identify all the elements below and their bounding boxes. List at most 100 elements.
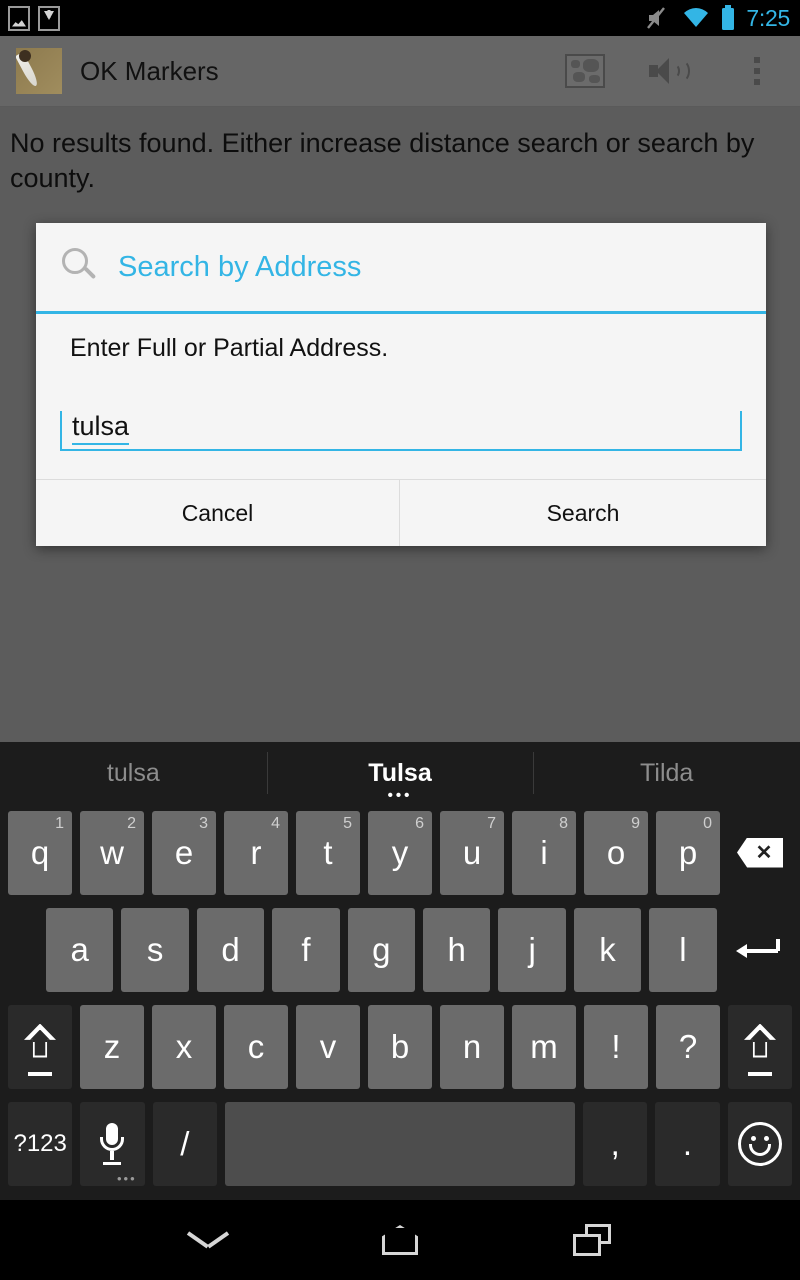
shift-icon [20, 1023, 60, 1076]
microphone-key[interactable]: ••• [80, 1101, 145, 1186]
key-label: h [447, 930, 466, 968]
key-label: x [175, 1027, 193, 1065]
key-o[interactable]: 9 o [584, 810, 648, 895]
suggestion-expand-dots[interactable]: ••• [388, 788, 413, 803]
sound-button[interactable] [628, 36, 714, 107]
suggestion-bar: tulsa Tulsa ••• Tilda [0, 742, 800, 804]
cancel-button[interactable]: Cancel [36, 480, 400, 546]
key-label: c [247, 1027, 265, 1065]
key-label: o [606, 833, 626, 871]
key-r[interactable]: 4 r [224, 810, 288, 895]
key-u[interactable]: 7 u [440, 810, 504, 895]
key-i[interactable]: 8 i [512, 810, 576, 895]
key-label: v [319, 1027, 337, 1065]
key-t[interactable]: 5 t [296, 810, 360, 895]
space-key[interactable] [224, 1101, 575, 1186]
key-label: n [462, 1027, 482, 1065]
emoji-key[interactable] [727, 1101, 792, 1186]
key-hint: 5 [343, 814, 352, 832]
key-label: p [678, 833, 698, 871]
key-hint: 7 [487, 814, 496, 832]
action-bar-actions [542, 36, 800, 107]
key-b[interactable]: b [368, 1004, 432, 1089]
key-y[interactable]: 6 y [368, 810, 432, 895]
key-label: u [462, 833, 482, 871]
navigation-bar [0, 1200, 800, 1280]
comma-key[interactable]: , [582, 1101, 648, 1186]
home-button[interactable] [360, 1210, 440, 1270]
battery-full-icon [722, 5, 735, 30]
address-input[interactable]: tulsa [60, 411, 742, 451]
volume-muted-icon [647, 7, 666, 29]
key-hint: 0 [703, 814, 712, 832]
key-label: a [70, 930, 89, 968]
key-l[interactable]: l [649, 907, 717, 992]
back-button[interactable] [168, 1210, 248, 1270]
enter-icon [736, 937, 781, 963]
key-label: f [301, 930, 311, 968]
key-w[interactable]: 2 w [80, 810, 144, 895]
enter-key[interactable] [725, 908, 792, 992]
slash-key[interactable]: / [152, 1101, 217, 1186]
key-hint: 1 [55, 814, 64, 832]
key-e[interactable]: 3 e [152, 810, 216, 895]
backspace-key[interactable]: ✕ [728, 811, 792, 895]
key-hint: 3 [199, 814, 208, 832]
key-label: m [530, 1027, 558, 1065]
keyboard-row-3: z x c v b n m ! ? [0, 998, 800, 1095]
keyboard-row-2: a s d f g h j k l [0, 901, 800, 998]
key-label: b [390, 1027, 410, 1065]
symbols-key[interactable]: ?123 [8, 1101, 73, 1186]
suggestion-label: Tulsa [368, 758, 432, 787]
key-s[interactable]: s [121, 907, 189, 992]
status-bar-notifications [0, 5, 60, 31]
map-view-button[interactable] [542, 36, 628, 107]
search-icon [60, 246, 102, 288]
android-screen: 7:25 OK Markers No results found. Either… [0, 0, 800, 1280]
shift-key-left[interactable] [8, 1004, 72, 1089]
key-v[interactable]: v [296, 1004, 360, 1089]
key-q[interactable]: 1 q [8, 810, 72, 895]
key-hint: 2 [127, 814, 136, 832]
key-f[interactable]: f [272, 907, 340, 992]
key-label: l [679, 930, 687, 968]
recents-button[interactable] [552, 1210, 632, 1270]
key-m[interactable]: m [512, 1004, 576, 1089]
key-exclamation[interactable]: ! [584, 1004, 648, 1089]
key-h[interactable]: h [423, 907, 491, 992]
suggestion-item[interactable]: Tulsa ••• [266, 742, 534, 804]
key-label: d [221, 930, 240, 968]
period-key[interactable]: . [655, 1101, 720, 1186]
recents-icon [573, 1224, 611, 1256]
suggestion-item[interactable]: Tilda [533, 742, 800, 804]
key-x[interactable]: x [152, 1004, 216, 1089]
status-bar-clock: 7:25 [746, 4, 790, 31]
suggestion-item[interactable]: tulsa [0, 742, 267, 804]
more-vert-icon [754, 57, 760, 85]
image-notification-icon [8, 5, 30, 31]
key-c[interactable]: c [224, 1004, 288, 1089]
search-button[interactable]: Search [400, 480, 766, 546]
speaker-icon [649, 55, 693, 87]
app-icon-feather[interactable] [16, 48, 62, 94]
key-label: w [100, 833, 124, 871]
shift-key-right[interactable] [728, 1004, 792, 1089]
key-z[interactable]: z [80, 1004, 144, 1089]
key-g[interactable]: g [347, 907, 416, 992]
overflow-menu-button[interactable] [714, 36, 800, 107]
key-j[interactable]: j [498, 907, 566, 992]
suggestion-label: Tilda [640, 758, 694, 787]
key-label: ?123 [13, 1129, 67, 1157]
key-a[interactable]: a [46, 907, 114, 992]
keyboard-row-4: ?123 ••• / , . [0, 1095, 800, 1192]
key-question[interactable]: ? [656, 1004, 720, 1089]
key-k[interactable]: k [573, 907, 642, 992]
key-label: k [599, 930, 616, 968]
key-p[interactable]: 0 p [656, 810, 720, 895]
key-d[interactable]: d [196, 907, 265, 992]
dialog-body: Enter Full or Partial Address. tulsa [36, 314, 766, 479]
home-icon [382, 1225, 418, 1255]
backspace-icon: ✕ [737, 837, 783, 868]
key-n[interactable]: n [440, 1004, 504, 1089]
status-bar-system-icons: 7:25 [645, 5, 800, 32]
